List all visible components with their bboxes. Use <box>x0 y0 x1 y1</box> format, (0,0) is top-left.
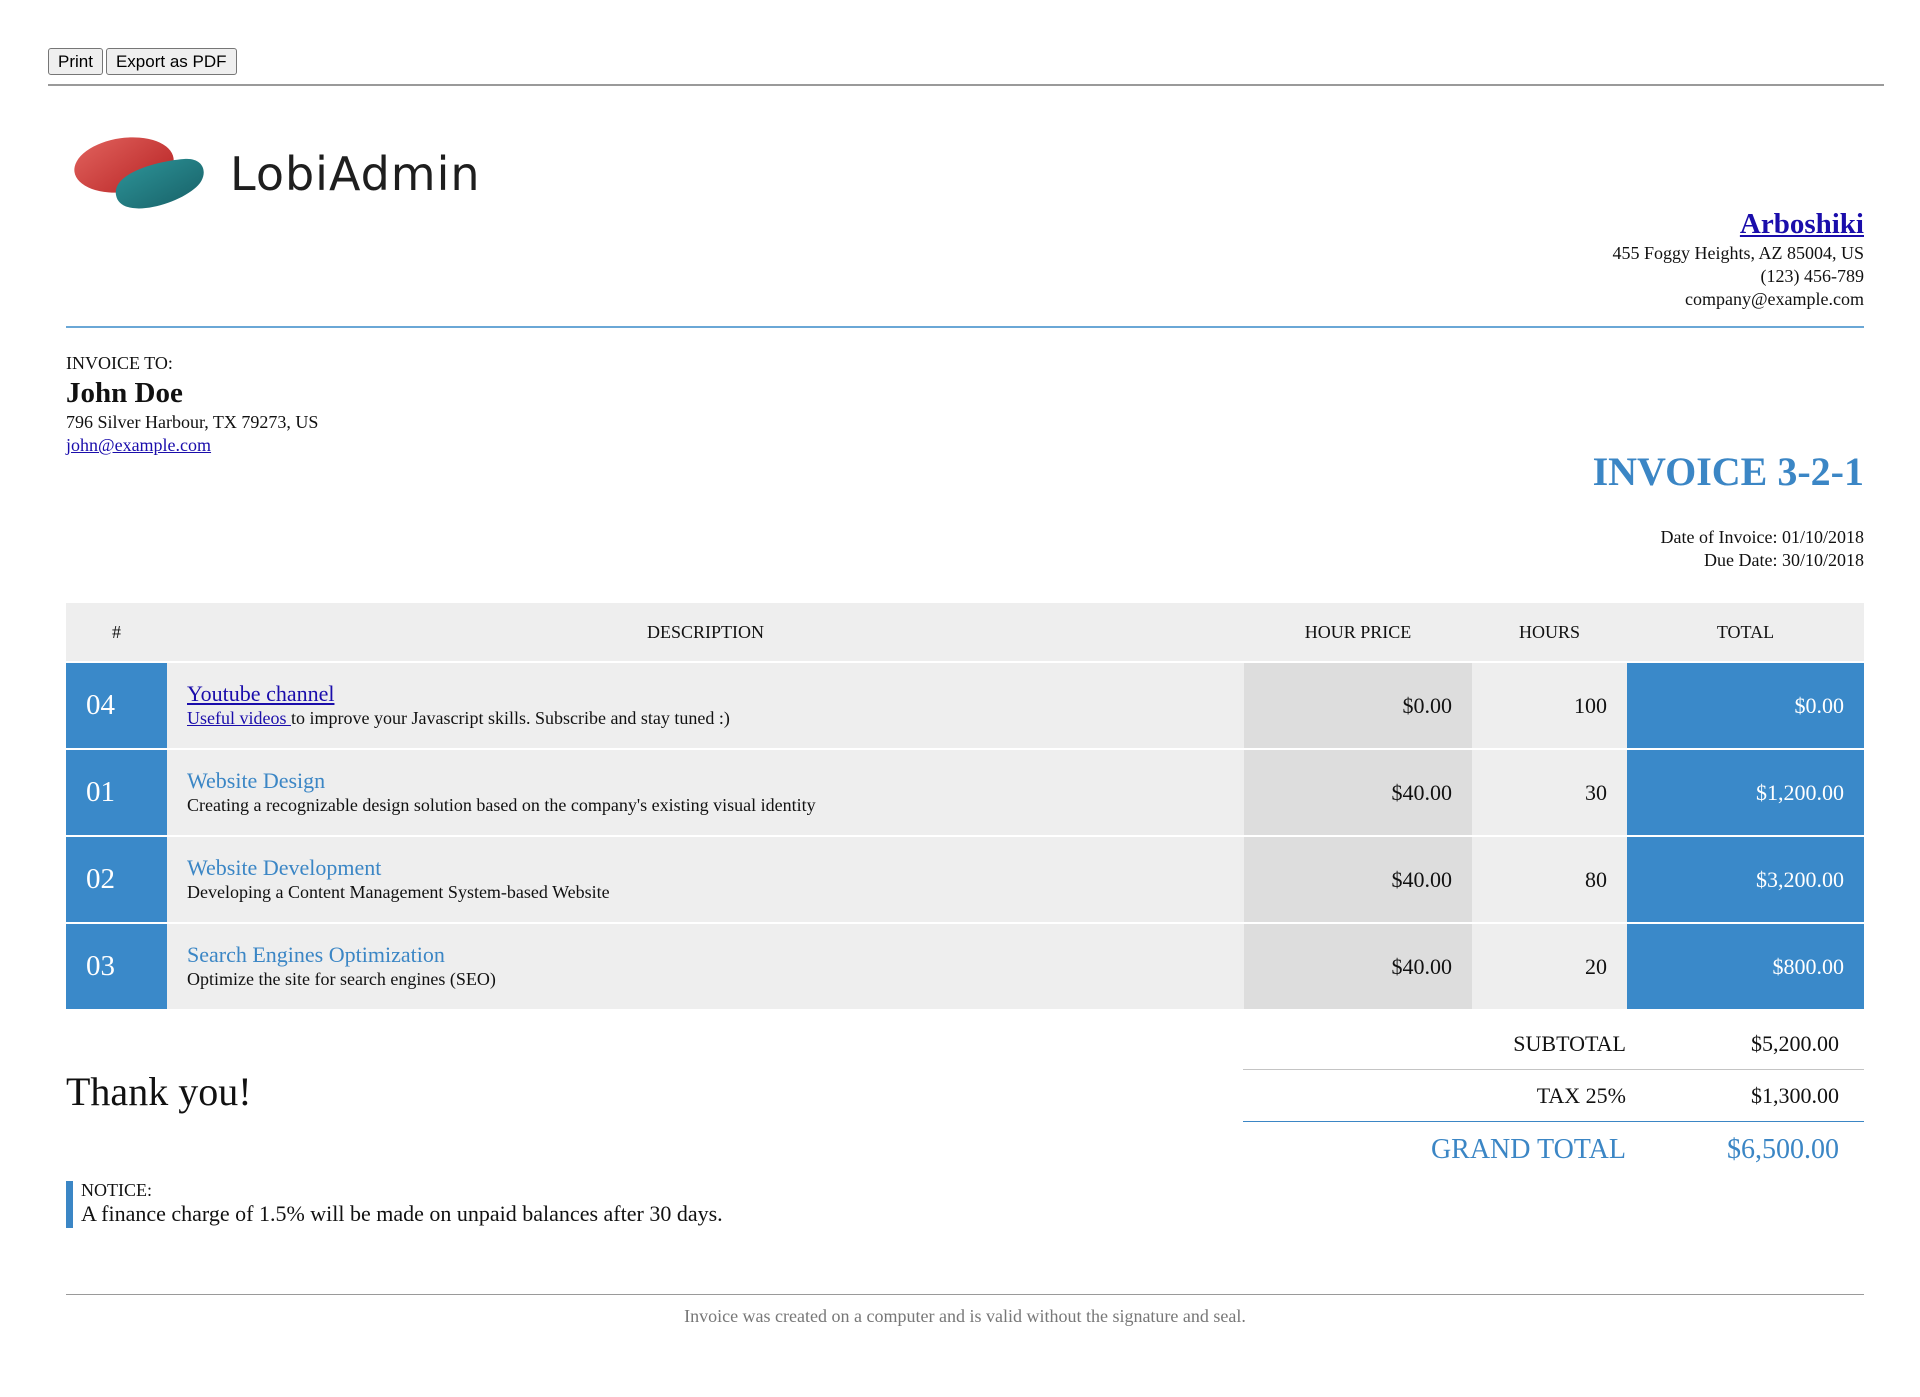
notice-block: NOTICE: A finance charge of 1.5% will be… <box>66 1181 723 1228</box>
row-number: 04 <box>66 663 167 748</box>
row-hour-price: $0.00 <box>1244 663 1472 748</box>
subtotal-row: SUBTOTAL $5,200.00 <box>1243 1018 1864 1070</box>
client-address: 796 Silver Harbour, TX 79273, US <box>66 412 319 432</box>
row-hour-price: $40.00 <box>1244 924 1472 1009</box>
item-title-link[interactable]: Youtube channel <box>187 681 1224 707</box>
row-number: 01 <box>66 750 167 835</box>
row-hours: 20 <box>1472 924 1627 1009</box>
notice-text: A finance charge of 1.5% will be made on… <box>81 1201 723 1226</box>
totals-summary: SUBTOTAL $5,200.00 TAX 25% $1,300.00 GRA… <box>1243 1018 1864 1178</box>
grand-total-value: $6,500.00 <box>1727 1134 1839 1165</box>
grand-total-row: GRAND TOTAL $6,500.00 <box>1243 1122 1864 1178</box>
table-row: 02 Website Development Developing a Cont… <box>66 837 1864 922</box>
col-header-hour-price: HOUR PRICE <box>1244 603 1472 661</box>
toolbar: Print Export as PDF <box>48 48 1884 86</box>
row-number: 02 <box>66 837 167 922</box>
company-phone: (123) 456-789 <box>1760 266 1864 286</box>
item-description: Optimize the site for search engines (SE… <box>187 969 496 989</box>
grand-total-label: GRAND TOTAL <box>1430 1134 1626 1165</box>
client-info: INVOICE TO: John Doe 796 Silver Harbour,… <box>66 352 318 457</box>
due-date: Due Date: 30/10/2018 <box>1704 550 1864 570</box>
invoice-items-table: # DESCRIPTION HOUR PRICE HOURS TOTAL 04 … <box>66 601 1864 1011</box>
company-name-link[interactable]: Arboshiki <box>1612 206 1864 242</box>
subtotal-label: SUBTOTAL <box>1513 1030 1626 1056</box>
company-address: 455 Foggy Heights, AZ 85004, US <box>1612 243 1864 263</box>
tax-label: TAX 25% <box>1536 1082 1626 1108</box>
row-hours: 100 <box>1472 663 1627 748</box>
item-title: Search Engines Optimization <box>187 942 445 967</box>
table-row: 03 Search Engines Optimization Optimize … <box>66 924 1864 1009</box>
row-number: 03 <box>66 924 167 1009</box>
useful-videos-link[interactable]: Useful videos <box>187 708 291 728</box>
company-info: Arboshiki 455 Foggy Heights, AZ 85004, U… <box>1612 206 1864 311</box>
invoice-date: Date of Invoice: 01/10/2018 <box>1660 527 1864 547</box>
invoice-meta: INVOICE 3-2-1 Date of Invoice: 01/10/201… <box>1593 448 1864 572</box>
table-row: 04 Youtube channel Useful videos to impr… <box>66 663 1864 748</box>
row-total: $0.00 <box>1627 663 1864 748</box>
item-description: Developing a Content Management System-b… <box>187 882 610 902</box>
row-description: Search Engines Optimization Optimize the… <box>167 924 1244 1009</box>
item-title: Website Development <box>187 855 382 880</box>
col-header-description: DESCRIPTION <box>167 603 1244 661</box>
table-header-row: # DESCRIPTION HOUR PRICE HOURS TOTAL <box>66 603 1864 661</box>
item-title: Website Design <box>187 768 326 793</box>
subtotal-value: $5,200.00 <box>1751 1030 1839 1056</box>
row-total: $800.00 <box>1627 924 1864 1009</box>
invoice-footer: Invoice was created on a computer and is… <box>66 1294 1864 1327</box>
row-total: $3,200.00 <box>1627 837 1864 922</box>
client-email-link[interactable]: john@example.com <box>66 435 211 455</box>
notice-label: NOTICE: <box>81 1180 152 1200</box>
col-header-number: # <box>66 603 167 661</box>
tax-value: $1,300.00 <box>1751 1082 1839 1108</box>
table-row: 01 Website Design Creating a recognizabl… <box>66 750 1864 835</box>
row-hour-price: $40.00 <box>1244 837 1472 922</box>
row-description: Website Design Creating a recognizable d… <box>167 750 1244 835</box>
item-description: Creating a recognizable design solution … <box>187 795 816 815</box>
logo-icon <box>74 137 204 209</box>
row-hour-price: $40.00 <box>1244 750 1472 835</box>
brand-name: LobiAdmin <box>230 147 481 201</box>
thank-you-message: Thank you! <box>66 1069 252 1114</box>
row-hours: 80 <box>1472 837 1627 922</box>
row-description: Youtube channel Useful videos to improve… <box>167 663 1244 748</box>
invoice-title: INVOICE 3-2-1 <box>1592 449 1864 494</box>
brand-logo: LobiAdmin <box>72 128 481 220</box>
row-hours: 30 <box>1472 750 1627 835</box>
col-header-hours: HOURS <box>1472 603 1627 661</box>
client-name: John Doe <box>66 377 183 409</box>
row-description: Website Development Developing a Content… <box>167 837 1244 922</box>
col-header-total: TOTAL <box>1627 603 1864 661</box>
print-button[interactable]: Print <box>48 48 103 75</box>
invoice-to-label: INVOICE TO: <box>66 353 173 373</box>
tax-row: TAX 25% $1,300.00 <box>1243 1070 1864 1122</box>
row-total: $1,200.00 <box>1627 750 1864 835</box>
header-divider <box>66 326 1864 328</box>
company-email: company@example.com <box>1684 289 1864 309</box>
export-pdf-button[interactable]: Export as PDF <box>105 48 237 75</box>
item-description: to improve your Javascript skills. Subsc… <box>290 708 730 728</box>
